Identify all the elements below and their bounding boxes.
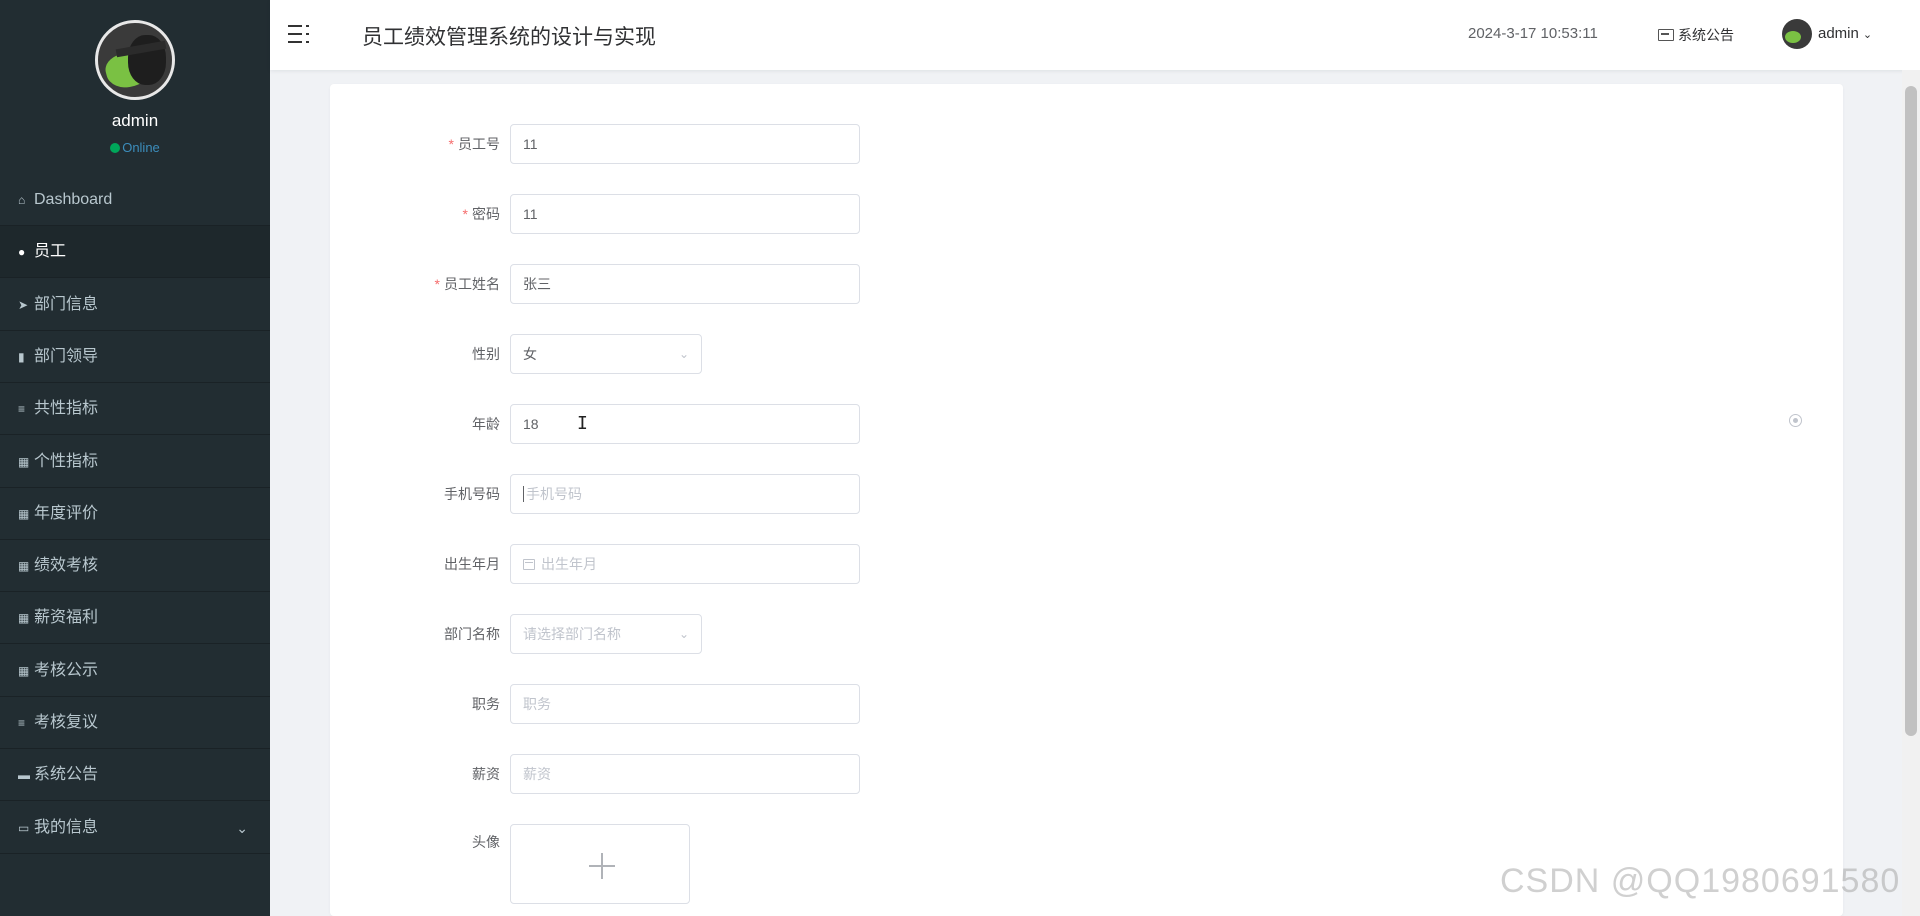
system-notice-link[interactable]: 系统公告	[1658, 25, 1734, 45]
sidebar-item[interactable]: ▦ 个性指标	[0, 436, 270, 488]
sidebar-item[interactable]: ≡ 共性指标	[0, 383, 270, 436]
phone-input[interactable]: 手机号码	[510, 474, 860, 514]
online-status: Online	[0, 140, 270, 155]
label-phone: 手机号码	[444, 486, 500, 502]
sidebar-item[interactable]: ▦ 绩效考核	[0, 540, 270, 593]
sidebar-item-label: 考核公示	[34, 661, 99, 679]
notice-icon	[1658, 29, 1674, 41]
label-department: 部门名称	[444, 626, 500, 642]
grid-icon: ▦	[18, 611, 30, 626]
label-gender: 性别	[472, 346, 500, 362]
paper-plane-icon: ➤	[18, 297, 29, 312]
text-cursor-icon: I	[577, 413, 588, 434]
user-avatar	[1782, 19, 1812, 49]
sidebar-item-label: 系统公告	[34, 766, 99, 784]
menu-toggle-icon[interactable]	[288, 22, 312, 46]
name-input[interactable]: 张三	[510, 264, 860, 304]
sidebar-item-label: Dashboard	[34, 191, 113, 208]
watermark: CSDN @QQ1980691580	[1500, 862, 1901, 900]
birth-date-picker[interactable]: 出生年月	[510, 544, 860, 584]
sidebar-item-label: 我的信息	[34, 818, 99, 836]
sidebar-item[interactable]: ▬ 系统公告	[0, 749, 270, 802]
chevron-down-icon: ⌄	[678, 627, 689, 641]
card-icon: ▭	[18, 820, 30, 835]
scrollbar-thumb[interactable]	[1905, 86, 1917, 736]
grid-icon: ▦	[18, 506, 30, 521]
sidebar-item-label: 年度评价	[34, 504, 99, 522]
password-input[interactable]: 11	[510, 194, 860, 234]
sidebar-item-label: 部门领导	[34, 347, 99, 365]
location-pin-icon: ●	[18, 245, 26, 260]
calendar-icon	[523, 559, 535, 570]
grid-icon: ▦	[18, 559, 30, 574]
sidebar-item[interactable]: ⌂ Dashboard	[0, 174, 270, 226]
label-position: 职务	[472, 696, 500, 712]
employee-form-card: * 员工号 11 * 密码 11 * 员工姓名 张三 性别 女 ⌄ 年龄 18 手机号码…	[330, 84, 1843, 916]
sidebar-item-label: 共性指标	[34, 400, 99, 418]
sidebar-item[interactable]: ▭ 我的信息 ⌄	[0, 802, 270, 854]
sidebar-item-label: 员工	[34, 243, 67, 261]
sidebar-item[interactable]: ➤ 部门信息	[0, 279, 270, 331]
avatar	[95, 20, 175, 100]
sidebar-item[interactable]: ≡ 考核复议	[0, 697, 270, 749]
sidebar-item[interactable]: ▦ 考核公示	[0, 645, 270, 697]
label-name: * 员工姓名	[434, 276, 500, 292]
user-profile: admin Online	[0, 0, 270, 172]
close-circle-icon[interactable]	[1789, 414, 1802, 427]
user-dropdown[interactable]: admin ⌄	[1782, 19, 1872, 49]
app-title: 员工绩效管理系统的设计与实现	[362, 26, 656, 49]
label-age: 年龄	[472, 416, 500, 432]
chevron-down-icon: ⌄	[1862, 28, 1873, 41]
current-datetime: 2024-3-17 10:53:11	[1468, 25, 1598, 42]
user-card-icon: ▮	[18, 349, 25, 364]
sidebar-item[interactable]: ▦ 薪资福利	[0, 592, 270, 645]
sidebar-item-label: 考核复议	[34, 714, 99, 731]
list-icon: ≡	[18, 402, 26, 417]
sidebar-item[interactable]: ● 员工	[0, 226, 270, 279]
sidebar-item-label: 个性指标	[34, 452, 99, 470]
label-salary: 薪资	[472, 766, 500, 782]
home-icon: ⌂	[18, 193, 26, 207]
label-password: * 密码	[462, 206, 500, 222]
gender-select[interactable]: 女 ⌄	[510, 334, 702, 374]
avatar-upload[interactable]	[510, 824, 690, 904]
age-input[interactable]: 18	[510, 404, 860, 444]
grid-icon: ▦	[18, 454, 30, 469]
sidebar-item-label: 部门信息	[34, 295, 99, 313]
list-icon: ≡	[18, 716, 26, 730]
employee-no-input[interactable]: 11	[510, 124, 860, 164]
sidebar-item[interactable]: ▦ 年度评价	[0, 488, 270, 540]
sidebar: admin Online ⌂ Dashboard ● 员工 ➤ 部门信息 ▮ 部门领导 ≡ 共性指…	[0, 0, 270, 916]
text-caret	[523, 486, 524, 502]
sidebar-item[interactable]: ▮ 部门领导	[0, 331, 270, 383]
ticket-icon: ▬	[18, 768, 30, 783]
online-dot-icon	[110, 143, 121, 153]
label-birth: 出生年月	[444, 556, 500, 572]
sidebar-item-label: 薪资福利	[34, 609, 99, 627]
salary-input[interactable]: 薪资	[510, 754, 860, 794]
label-avatar: 头像	[472, 834, 500, 850]
position-input[interactable]: 职务	[510, 684, 860, 724]
page-scrollbar[interactable]	[1902, 70, 1920, 916]
label-employee-no: * 员工号	[448, 136, 500, 152]
chevron-down-icon: ⌄	[236, 819, 248, 836]
department-select[interactable]: 请选择部门名称 ⌄	[510, 614, 702, 654]
profile-username: admin	[111, 111, 159, 130]
top-header: 员工绩效管理系统的设计与实现 2024-3-17 10:53:11 系统公告 a…	[270, 0, 1920, 70]
chevron-down-icon: ⌄	[678, 347, 689, 361]
sidebar-item-label: 绩效考核	[34, 557, 99, 575]
grid-icon: ▦	[18, 663, 30, 678]
